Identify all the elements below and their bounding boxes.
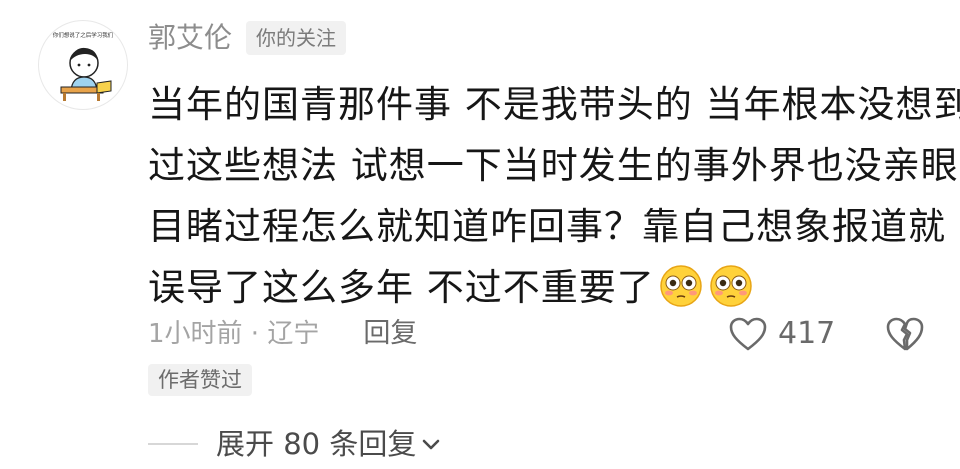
expand-divider (148, 443, 198, 445)
avatar[interactable]: 你们想说了之后学习我们 (38, 20, 128, 110)
expand-replies-label: 展开 80 条回复 (216, 427, 417, 461)
avatar-illustration: 你们想说了之后学习我们 (53, 31, 114, 101)
flushed-face-emoji (710, 265, 752, 307)
comment-line-text: 误导了这么多年 不过不重要了 (148, 266, 655, 309)
comment-line: 目睹过程怎么就知道咋回事？靠自己想象报道就 (148, 205, 946, 248)
comment-text: 当年的国青那件事 不是我带头的 当年根本没想到 过这些想法 试想一下当时发生的事… (148, 74, 960, 318)
author-liked-badge: 作者赞过 (148, 364, 252, 396)
reply-button[interactable]: 回复 (363, 314, 417, 354)
comment-line: 当年的国青那件事 不是我带头的 当年根本没想到 (148, 83, 960, 126)
emoji-group (659, 264, 753, 308)
following-badge: 你的关注 (246, 21, 347, 55)
comment-meta: 1小时前 · 辽宁 回复 (148, 314, 417, 354)
chevron-down-icon (423, 439, 440, 450)
expand-replies-button[interactable]: 展开 80 条回复 (148, 424, 442, 464)
flushed-face-emoji (660, 265, 702, 307)
comment-header: 郭艾伦 你的关注 (148, 18, 347, 58)
broken-heart-icon (886, 317, 924, 351)
avatar-caption: 你们想说了之后学习我们 (53, 31, 114, 39)
heart-outline-icon (729, 317, 767, 351)
username[interactable]: 郭艾伦 (148, 18, 232, 58)
comment-line: 过这些想法 试想一下当时发生的事外界也没亲眼 (148, 144, 959, 187)
like-button[interactable]: 417 (728, 314, 835, 354)
like-count: 417 (778, 316, 836, 351)
time-location: 1小时前 · 辽宁 (148, 319, 320, 349)
dislike-button[interactable] (886, 316, 924, 356)
comment-line-last: 误导了这么多年 不过不重要了 (148, 257, 938, 318)
